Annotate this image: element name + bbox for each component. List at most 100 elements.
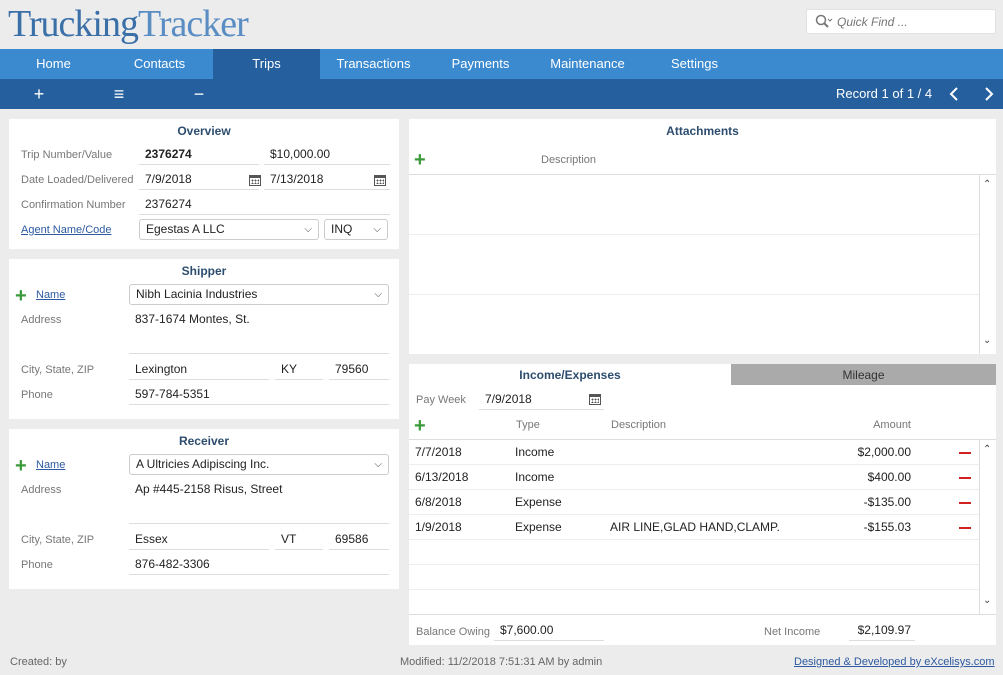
shipper-phone-field[interactable]: 597-784-5351 — [129, 385, 389, 405]
footer: Created: by Modified: 11/2/2018 7:51:31 … — [0, 650, 1003, 675]
shipper-name-select[interactable]: Nibh Lacinia Industries ⌵ — [129, 284, 389, 305]
divider — [409, 294, 979, 295]
delete-row-icon[interactable] — [959, 502, 971, 504]
overview-panel: Overview Trip Number/Value 2376274 $10,0… — [9, 119, 399, 249]
divider — [409, 589, 979, 590]
add-receiver-icon[interactable]: + — [15, 456, 27, 476]
receiver-city-field[interactable]: Essex — [129, 530, 269, 550]
tab-contacts[interactable]: Contacts — [106, 49, 213, 79]
transactions-scrollbar[interactable]: ⌃ ⌄ — [979, 440, 995, 614]
row-description: AIR LINE,GLAD HAND,CLAMP. — [610, 520, 780, 534]
receiver-phone-field[interactable]: 876-482-3306 — [129, 555, 389, 575]
add-attachment-icon[interactable]: + — [414, 150, 426, 170]
new-record-button[interactable]: + — [24, 79, 54, 109]
scroll-down-icon[interactable]: ⌄ — [983, 335, 991, 346]
row-date: 6/8/2018 — [415, 495, 462, 509]
shipper-zip-field[interactable]: 79560 — [329, 360, 389, 380]
tab-home[interactable]: Home — [0, 49, 107, 79]
divider — [409, 564, 979, 565]
tab-mileage[interactable]: Mileage — [731, 364, 996, 385]
date-loaded-field[interactable]: 7/9/2018 — [139, 170, 259, 190]
row-date: 1/9/2018 — [415, 520, 462, 534]
list-view-button[interactable]: ≡ — [104, 79, 134, 109]
receiver-address-label: Address — [21, 484, 62, 496]
add-transaction-icon[interactable]: + — [414, 416, 426, 436]
scroll-up-icon[interactable]: ⌃ — [983, 179, 991, 190]
add-shipper-icon[interactable]: + — [15, 286, 27, 306]
confirmation-label: Confirmation Number — [21, 199, 126, 211]
balance-owing-label: Balance Owing — [416, 626, 490, 638]
shipper-city-field[interactable]: Lexington — [129, 360, 269, 380]
tab-transactions[interactable]: Transactions — [320, 49, 427, 79]
tab-settings[interactable]: Settings — [641, 49, 748, 79]
delete-row-icon[interactable] — [959, 527, 971, 529]
attachments-panel: Attachments + Description ⌃ ⌄ — [409, 119, 996, 354]
col-type-header: Type — [516, 419, 540, 431]
divider — [409, 614, 996, 615]
row-amount: -$155.03 — [863, 520, 911, 534]
receiver-phone-label: Phone — [21, 559, 53, 571]
row-type: Income — [515, 445, 555, 459]
date-loaded-label: Date Loaded/Delivered — [21, 174, 134, 186]
date-delivered-field[interactable]: 7/13/2018 — [264, 170, 390, 190]
delete-row-icon[interactable] — [959, 477, 971, 479]
receiver-zip-field[interactable]: 69586 — [329, 530, 389, 550]
calendar-icon[interactable] — [589, 394, 601, 405]
receiver-csz-label: City, State, ZIP — [21, 534, 95, 546]
shipper-address-field[interactable]: 837-1674 Montes, St. — [129, 310, 389, 354]
scroll-down-icon[interactable]: ⌄ — [983, 595, 991, 606]
receiver-address-field[interactable]: Ap #445-2158 Risus, Street — [129, 480, 389, 524]
trip-value-field[interactable]: $10,000.00 — [264, 145, 390, 165]
shipper-name-link[interactable]: Name — [36, 289, 65, 301]
agent-code-value: INQ — [331, 222, 353, 236]
calendar-icon[interactable] — [249, 175, 261, 186]
tab-payments[interactable]: Payments — [427, 49, 534, 79]
delete-row-icon[interactable] — [959, 452, 971, 454]
developer-credit-link[interactable]: Designed & Developed by eXcelisys.com — [794, 656, 995, 668]
scroll-up-icon[interactable]: ⌃ — [983, 444, 991, 455]
tab-trips[interactable]: Trips — [213, 49, 320, 79]
shipper-state-field[interactable]: KY — [275, 360, 323, 380]
attachments-scrollbar[interactable]: ⌃ ⌄ — [979, 175, 995, 354]
record-counter: Record 1 of 1 / 4 — [836, 86, 933, 101]
agent-code-select[interactable]: INQ ⌵ — [324, 219, 388, 240]
tab-maintenance[interactable]: Maintenance — [534, 49, 641, 79]
chevron-down-icon: ⌵ — [304, 224, 312, 235]
trip-number-field[interactable]: 2376274 — [139, 145, 259, 165]
receiver-state-field[interactable]: VT — [275, 530, 323, 550]
agent-name-select[interactable]: Egestas A LLC ⌵ — [139, 219, 319, 240]
confirmation-number-field[interactable]: 2376274 — [139, 195, 390, 215]
shipper-panel: Shipper + Name Nibh Lacinia Industries ⌵ … — [9, 259, 399, 419]
shipper-csz-label: City, State, ZIP — [21, 364, 95, 376]
receiver-title: Receiver — [178, 434, 230, 448]
table-row[interactable]: 1/9/2018 Expense AIR LINE,GLAD HAND,CLAM… — [409, 515, 979, 540]
pay-week-label: Pay Week — [416, 394, 466, 406]
row-date: 6/13/2018 — [415, 470, 469, 484]
modified-info: Modified: 11/2/2018 7:51:31 AM by admin — [400, 656, 603, 668]
table-row[interactable]: 7/7/2018 Income $2,000.00 — [409, 440, 979, 465]
table-row[interactable]: 6/8/2018 Expense -$135.00 — [409, 490, 979, 515]
col-amount-header: Amount — [873, 419, 911, 431]
shipper-phone-label: Phone — [21, 389, 53, 401]
receiver-name-link[interactable]: Name — [36, 459, 65, 471]
next-record-icon[interactable] — [983, 87, 995, 101]
agent-name-link[interactable]: Agent Name/Code — [21, 224, 112, 236]
row-amount: $400.00 — [867, 470, 911, 484]
row-date: 7/7/2018 — [415, 445, 462, 459]
net-income-field: $2,109.97 — [849, 621, 915, 641]
table-row[interactable]: 6/13/2018 Income $400.00 — [409, 465, 979, 490]
delete-record-button[interactable]: − — [184, 79, 214, 109]
chevron-down-icon: ⌵ — [373, 224, 381, 235]
previous-record-icon[interactable] — [948, 87, 960, 101]
tab-income-expenses[interactable]: Income/Expenses — [409, 364, 731, 385]
calendar-icon[interactable] — [374, 175, 386, 186]
created-info: Created: by — [10, 656, 67, 668]
receiver-name-select[interactable]: A Ultricies Adipiscing Inc. ⌵ — [129, 454, 389, 475]
balance-owing-field: $7,600.00 — [494, 621, 604, 641]
divider — [409, 539, 979, 540]
quick-find-input[interactable] — [837, 14, 987, 30]
pay-week-field[interactable]: 7/9/2018 — [479, 390, 604, 410]
shipper-name-value: Nibh Lacinia Industries — [136, 287, 258, 301]
app-logo: TruckingTracker — [8, 3, 249, 45]
quick-find-field[interactable] — [806, 9, 996, 34]
